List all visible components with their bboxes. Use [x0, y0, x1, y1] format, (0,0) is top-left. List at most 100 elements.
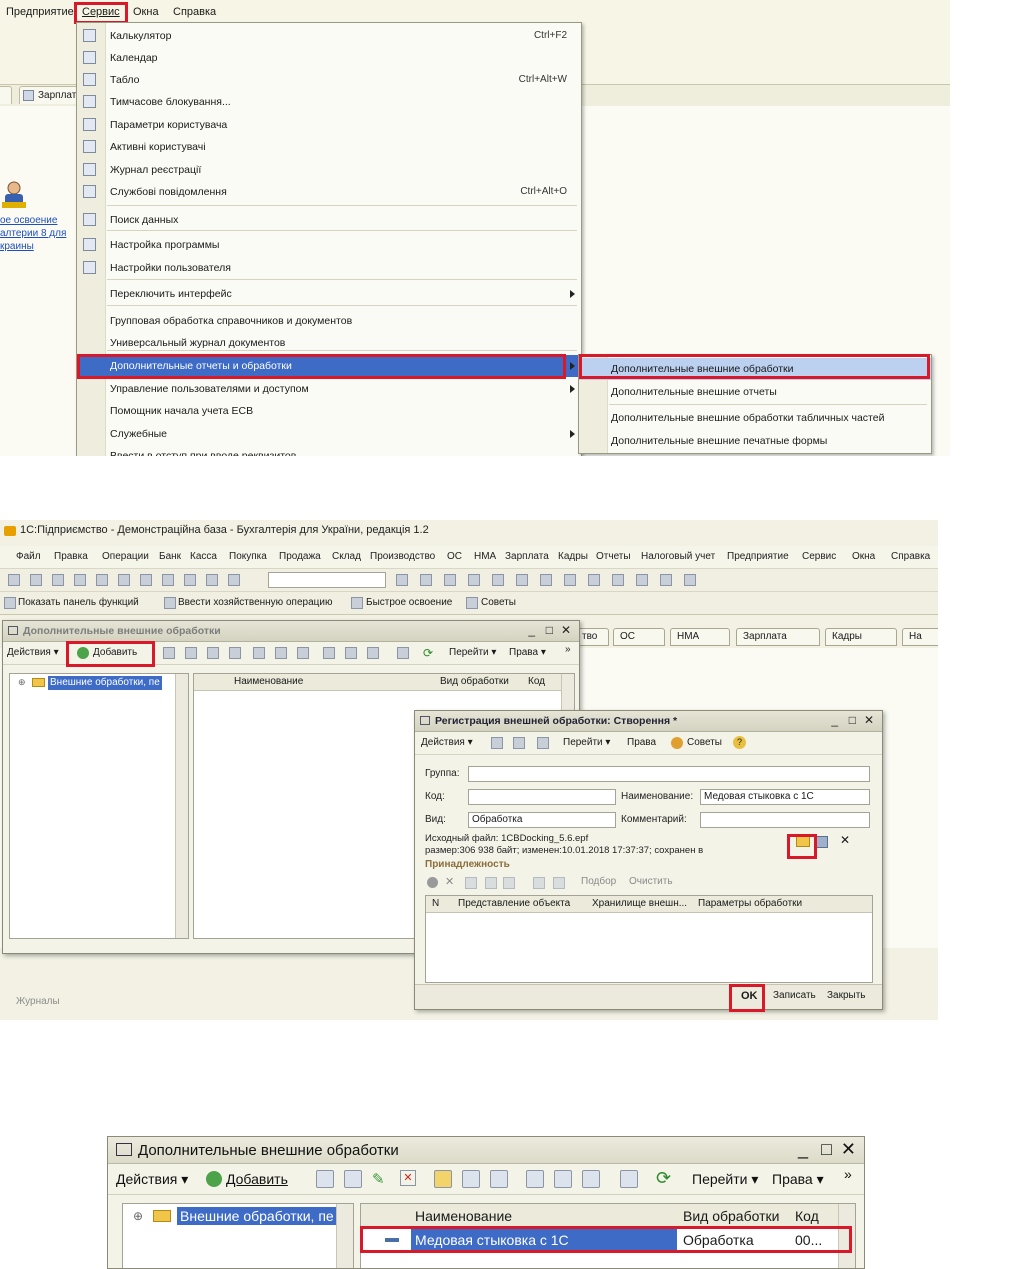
more-chevron-icon[interactable]: »	[844, 1166, 852, 1182]
app-menu-item[interactable]: Окна	[852, 551, 875, 562]
menu-item-10[interactable]: Настройка программы	[77, 234, 581, 256]
filter-icon[interactable]	[323, 647, 335, 659]
table-scrollbar[interactable]	[838, 1204, 855, 1268]
menu-item-12[interactable]: Переключить интерфейс	[77, 283, 581, 305]
app-menu-item[interactable]: Операции	[102, 551, 149, 562]
search-prev-icon[interactable]	[396, 574, 408, 586]
add-group-icon[interactable]	[163, 647, 175, 659]
close-button[interactable]: ✕	[841, 1139, 856, 1160]
quick-start-link-line1[interactable]: ое освоение	[0, 215, 57, 226]
col-code[interactable]: Код	[528, 674, 545, 690]
close-form-button[interactable]: Закрыть	[827, 990, 866, 1001]
delete-row-icon[interactable]: ✕	[445, 875, 454, 888]
actions-dropdown[interactable]: Действия ▾	[7, 647, 59, 658]
memory-m-icon[interactable]	[612, 574, 624, 586]
app-menu-item[interactable]: Покупка	[229, 551, 267, 562]
up-level-icon[interactable]	[490, 1170, 508, 1188]
clear-filter-icon[interactable]	[620, 1170, 638, 1188]
undo-icon[interactable]	[184, 574, 196, 586]
tips-icon[interactable]	[684, 574, 696, 586]
app-menu-item[interactable]: Кадры	[558, 551, 588, 562]
tree-scrollbar[interactable]	[175, 674, 188, 938]
up-level-icon[interactable]	[297, 647, 309, 659]
add-group-icon[interactable]	[316, 1170, 334, 1188]
hierarchy-icon[interactable]	[275, 647, 287, 659]
tab-intangibles[interactable]: НМА	[670, 628, 730, 646]
minimize-button[interactable]: _	[528, 623, 535, 637]
info-icon[interactable]	[516, 574, 528, 586]
tab-salary[interactable]: Зарплата	[736, 628, 820, 646]
enter-operation-button[interactable]: Ввести хозяйственную операцию	[178, 597, 332, 608]
maximize-button[interactable]: □	[821, 1139, 832, 1160]
memory-minus-icon[interactable]	[660, 574, 672, 586]
app-menu-item[interactable]: ОС	[447, 551, 462, 562]
delete-icon[interactable]	[229, 647, 241, 659]
menu-item-13[interactable]: Групповая обработка справочников и докум…	[77, 310, 581, 332]
actions-dropdown[interactable]: Действия ▾	[116, 1171, 188, 1188]
tab-hidden[interactable]	[0, 86, 12, 104]
clear-filter-icon[interactable]	[397, 647, 409, 659]
search-next-icon[interactable]	[420, 574, 432, 586]
write-button[interactable]: Записать	[773, 990, 816, 1001]
app-menu-item[interactable]: Справка	[891, 551, 930, 562]
tree-scrollbar[interactable]	[336, 1204, 353, 1268]
memory-plus-icon[interactable]	[636, 574, 648, 586]
sort-icon[interactable]	[582, 1170, 600, 1188]
goto-dropdown[interactable]: Перейти ▾	[692, 1171, 758, 1188]
edit-icon[interactable]	[207, 647, 219, 659]
remove-file-icon[interactable]: ✕	[840, 833, 850, 847]
menu-item-11[interactable]: Настройки пользователя	[77, 257, 581, 279]
app-menu-item[interactable]: Сервис	[802, 551, 836, 562]
row-kind-cell[interactable]: Обработка	[683, 1229, 754, 1251]
menu-enterprise[interactable]: Предприятие	[6, 6, 74, 18]
col-kind[interactable]: Вид обработки	[440, 674, 509, 690]
maximize-button[interactable]: □	[546, 623, 553, 637]
menu-item-9[interactable]: Поиск данных	[77, 209, 581, 231]
find-icon[interactable]	[228, 574, 240, 586]
menu-item-5[interactable]: Параметри користувача	[77, 114, 581, 136]
name-field[interactable]: Медовая стыковка с 1С	[700, 789, 870, 805]
menu-help[interactable]: Справка	[173, 6, 216, 18]
add-row-icon[interactable]	[427, 877, 438, 888]
col-storage[interactable]: Хранилище внешн...	[592, 896, 687, 912]
filter-icon[interactable]	[444, 574, 456, 586]
filter-off-icon[interactable]	[468, 574, 480, 586]
window-icon[interactable]	[492, 574, 504, 586]
menu-item-3[interactable]: Табло Ctrl+Alt+W	[77, 69, 581, 91]
cut-icon[interactable]	[74, 574, 86, 586]
hierarchy-icon[interactable]	[462, 1170, 480, 1188]
save-icon[interactable]	[52, 574, 64, 586]
tree-item-external-processing[interactable]: Внешние обработки, пе	[177, 1207, 337, 1225]
goto-dropdown[interactable]: Перейти ▾	[563, 737, 610, 748]
group-field[interactable]	[468, 766, 870, 782]
app-menu-item[interactable]: Файл	[16, 551, 41, 562]
quick-start-link-line3[interactable]: краины	[0, 241, 34, 252]
app-menu-item[interactable]: Налоговый учет	[641, 551, 715, 562]
col-kind[interactable]: Вид обработки	[683, 1204, 779, 1228]
col-object[interactable]: Представление объекта	[458, 896, 570, 912]
save-icon[interactable]	[491, 737, 503, 749]
help-icon[interactable]: ?	[733, 736, 746, 749]
refresh-icon[interactable]: ⟳	[656, 1168, 671, 1189]
app-menu-item[interactable]: Отчеты	[596, 551, 631, 562]
tips-button[interactable]: Советы	[687, 737, 722, 748]
new-icon[interactable]	[8, 574, 20, 586]
maximize-button[interactable]: □	[849, 713, 856, 727]
edit-row-icon[interactable]	[465, 877, 477, 889]
preview-icon[interactable]	[162, 574, 174, 586]
goto-dropdown[interactable]: Перейти ▾	[449, 647, 496, 658]
save-file-icon[interactable]	[816, 836, 828, 848]
submenu-external-reports[interactable]: Дополнительные внешние отчеты	[579, 381, 931, 403]
delete-icon[interactable]: ✕	[400, 1170, 416, 1186]
ok-button[interactable]: OK	[741, 990, 758, 1002]
col-code[interactable]: Код	[795, 1204, 819, 1228]
calendar-icon[interactable]	[564, 574, 576, 586]
expand-icon[interactable]: ⊕	[18, 677, 26, 688]
copy-icon[interactable]	[344, 1170, 362, 1188]
submenu-table-processing[interactable]: Дополнительные внешние обработки табличн…	[579, 407, 931, 429]
close-button[interactable]: ✕	[864, 713, 874, 727]
rights-dropdown[interactable]: Права ▾	[509, 647, 546, 658]
tab-fixed-assets[interactable]: ОС	[613, 628, 665, 646]
tree-item-external-processing[interactable]: Внешние обработки, пе	[48, 676, 162, 690]
users-icon[interactable]	[588, 574, 600, 586]
